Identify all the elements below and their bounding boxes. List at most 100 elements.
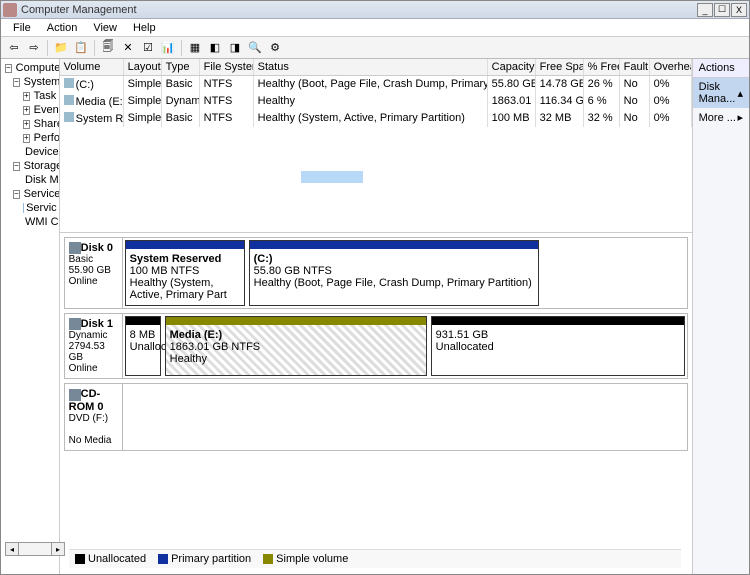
help-button[interactable]: 📊 [159,39,177,57]
disk-icon [69,389,81,401]
tree-system-tools[interactable]: −System To [3,75,57,89]
maximize-button[interactable]: ☐ [714,3,730,17]
refresh-button[interactable]: 🗐 [99,39,117,57]
tree-root[interactable]: −Computer Ma [3,61,57,75]
partition-stripe [432,317,684,325]
tree-shared-folders[interactable]: + Sharec [3,117,57,131]
tree-task-scheduler[interactable]: +Task S [3,89,57,103]
disk-partitions [123,384,687,449]
legend-label: Primary partition [171,553,251,565]
tree-label: Sharec [34,118,60,130]
volume-row[interactable]: Media (E:)SimpleDynamicNTFSHealthy1863.0… [60,93,692,110]
menu-help[interactable]: Help [125,20,164,36]
legend-label: Unallocated [88,553,146,565]
partition-stripe [126,317,160,325]
col-capacity[interactable]: Capacity [488,59,536,75]
tree-label: Services an [24,188,60,200]
disk-row: Disk 1Dynamic2794.53 GBOnline8 MBUnalloc… [64,313,688,379]
tree-wmi[interactable]: WMI C [3,215,57,229]
disk-info[interactable]: CD-ROM 0DVD (F:)No Media [65,384,123,449]
close-button[interactable]: X [731,3,747,17]
minimize-button[interactable]: _ [697,3,713,17]
tree-device-manager[interactable]: Device [3,145,57,159]
tree-storage[interactable]: −Storage [3,159,57,173]
collapse-icon[interactable]: − [13,190,20,199]
settings-button[interactable]: ☑ [139,39,157,57]
app-icon [3,3,17,17]
chevron-right-icon: ▸ [737,111,743,124]
tree-performance[interactable]: + Perfor [3,131,57,145]
properties-button[interactable]: 📋 [72,39,90,57]
col-layout[interactable]: Layout [124,59,162,75]
bottom-view-button[interactable]: ◨ [226,39,244,57]
partition[interactable]: Media (E:)1863.01 GB NTFSHealthy [165,316,427,376]
volume-row[interactable]: System ReservedSimpleBasicNTFSHealthy (S… [60,110,692,127]
title-bar: Computer Management _ ☐ X [1,1,749,19]
chevron-up-icon: ▴ [737,87,743,100]
partition-stripe [166,317,426,325]
col-status[interactable]: Status [254,59,488,75]
col-freespace[interactable]: Free Space [536,59,584,75]
tree-label: Computer Ma [16,62,60,74]
extra-button-2[interactable]: ⚙ [266,39,284,57]
legend-label: Simple volume [276,553,348,565]
collapse-icon[interactable]: − [13,78,20,87]
col-filesystem[interactable]: File System [200,59,254,75]
back-button[interactable]: ⇦ [5,39,23,57]
tree-services-sub[interactable]: Servic [3,201,57,215]
collapse-icon[interactable]: − [13,162,20,171]
nav-tree[interactable]: −Computer Ma −System To +Task S +Event V… [1,59,60,574]
actions-disk-management[interactable]: Disk Mana...▴ [693,78,749,108]
tree-label: System To [24,76,60,88]
disk-info[interactable]: Disk 0Basic55.90 GBOnline [65,238,123,308]
menu-view[interactable]: View [85,20,125,36]
delete-button[interactable]: ✕ [119,39,137,57]
menu-action[interactable]: Action [39,20,86,36]
partition[interactable]: 8 MBUnallocat [125,316,161,376]
list-view-button[interactable]: ▦ [186,39,204,57]
partition[interactable]: (C:)55.80 GB NTFSHealthy (Boot, Page Fil… [249,240,539,306]
toolbar: ⇦ ⇨ 📁 📋 🗐 ✕ ☑ 📊 ▦ ◧ ◨ 🔍 ⚙ [1,37,749,59]
col-type[interactable]: Type [162,59,200,75]
tree-label: Perfor [34,132,60,144]
tree-label: Servic [26,202,57,214]
collapse-icon[interactable]: − [5,64,12,73]
tree-event-viewer[interactable]: + Event V [3,103,57,117]
up-button[interactable]: 📁 [52,39,70,57]
center-panel: Volume Layout Type File System Status Ca… [60,59,693,574]
volume-header-row: Volume Layout Type File System Status Ca… [60,59,692,76]
tree-disk-management[interactable]: Disk M [3,173,57,187]
legend-primary: Primary partition [158,553,251,565]
expand-icon[interactable]: + [23,120,30,129]
extra-button-1[interactable]: 🔍 [246,39,264,57]
forward-button[interactable]: ⇨ [25,39,43,57]
scroll-track[interactable] [19,542,51,556]
disk-icon [69,318,81,330]
partition[interactable]: System Reserved100 MB NTFSHealthy (Syste… [125,240,245,306]
col-pctfree[interactable]: % Free [584,59,620,75]
tree-services[interactable]: −Services an [3,187,57,201]
swatch-primary [158,554,168,564]
expand-icon[interactable]: + [23,106,30,115]
disk-row: Disk 0Basic55.90 GBOnlineSystem Reserved… [64,237,688,309]
actions-more[interactable]: More ...▸ [693,108,749,127]
detail-view-button[interactable]: ◧ [206,39,224,57]
tree-label: Disk M [25,174,59,186]
toolbar-separator [94,40,95,56]
scroll-right-button[interactable]: ▸ [51,542,65,556]
scroll-left-button[interactable]: ◂ [5,542,19,556]
col-overhead[interactable]: Overhead [650,59,692,75]
menu-file[interactable]: File [5,20,39,36]
disk-info[interactable]: Disk 1Dynamic2794.53 GBOnline [65,314,123,378]
col-volume[interactable]: Volume [60,59,124,75]
col-fault[interactable]: Fault... [620,59,650,75]
disk-partitions: 8 MBUnallocatMedia (E:)1863.01 GB NTFSHe… [123,314,687,378]
expand-icon[interactable]: + [23,92,30,101]
expand-icon[interactable]: + [23,134,30,143]
window-title: Computer Management [21,4,696,16]
tree-hscrollbar[interactable]: ◂ ▸ [5,542,65,556]
tree-label: Event V [34,104,60,116]
swatch-unallocated [75,554,85,564]
partition[interactable]: 931.51 GBUnallocated [431,316,685,376]
volume-row[interactable]: (C:)SimpleBasicNTFSHealthy (Boot, Page F… [60,76,692,93]
